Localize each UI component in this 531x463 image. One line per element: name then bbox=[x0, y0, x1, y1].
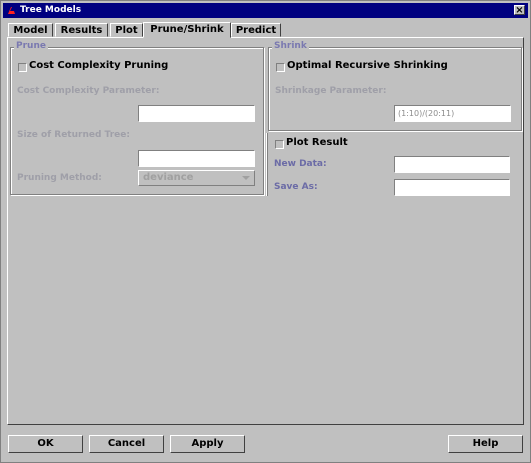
size-label: Size of Returned Tree: bbox=[17, 130, 130, 140]
help-button[interactable]: Help bbox=[448, 435, 523, 453]
save-as-label: Save As: bbox=[274, 182, 318, 192]
cost-param-label: Cost Complexity Parameter: bbox=[17, 86, 160, 96]
plot-result-checkbox[interactable] bbox=[275, 140, 284, 149]
size-field[interactable] bbox=[138, 150, 255, 167]
tab-prune-shrink[interactable]: Prune/Shrink bbox=[143, 22, 231, 38]
prune-group: Prune Cost Complexity Pruning Cost Compl… bbox=[10, 41, 264, 195]
pruning-method-label: Pruning Method: bbox=[17, 173, 102, 183]
tab-results[interactable]: Results bbox=[55, 23, 108, 37]
optimal-shrinking-label[interactable]: Optimal Recursive Shrinking bbox=[287, 60, 448, 71]
window-title: Tree Models bbox=[20, 5, 82, 15]
ok-button[interactable]: OK bbox=[8, 435, 83, 453]
new-data-field[interactable] bbox=[394, 156, 510, 173]
cost-param-field[interactable] bbox=[138, 105, 255, 122]
new-data-label: New Data: bbox=[274, 159, 327, 169]
shrink-group: Shrink Optimal Recursive Shrinking Shrin… bbox=[268, 41, 522, 131]
cost-complexity-checkbox[interactable] bbox=[18, 63, 27, 72]
tab-model[interactable]: Model bbox=[8, 23, 53, 37]
output-group: Plot Result New Data: Save As: bbox=[268, 133, 520, 196]
shrink-group-label: Shrink bbox=[272, 41, 309, 51]
save-as-field[interactable] bbox=[394, 179, 510, 196]
shrinkage-param-field[interactable]: (1:10)/(20:11) bbox=[394, 105, 511, 122]
shrinkage-param-label: Shrinkage Parameter: bbox=[275, 86, 387, 96]
cost-complexity-label[interactable]: Cost Complexity Pruning bbox=[29, 60, 168, 71]
tab-predict[interactable]: Predict bbox=[231, 23, 281, 37]
apply-button[interactable]: Apply bbox=[170, 435, 245, 453]
chevron-down-icon bbox=[242, 176, 250, 180]
cancel-button[interactable]: Cancel bbox=[89, 435, 164, 453]
tree-models-dialog: Tree Models × Model Results Plot Prune/S… bbox=[0, 0, 531, 463]
optimal-shrinking-checkbox[interactable] bbox=[276, 63, 285, 72]
prune-group-label: Prune bbox=[14, 41, 48, 51]
tab-panel: Prune Cost Complexity Pruning Cost Compl… bbox=[7, 37, 524, 425]
app-icon bbox=[8, 7, 15, 14]
title-bar: Tree Models × bbox=[3, 3, 528, 18]
pruning-method-select[interactable]: deviance bbox=[138, 170, 255, 186]
plot-result-label[interactable]: Plot Result bbox=[286, 137, 348, 148]
pruning-method-value: deviance bbox=[143, 172, 194, 183]
close-icon[interactable]: × bbox=[514, 5, 525, 16]
tab-plot[interactable]: Plot bbox=[110, 23, 143, 37]
